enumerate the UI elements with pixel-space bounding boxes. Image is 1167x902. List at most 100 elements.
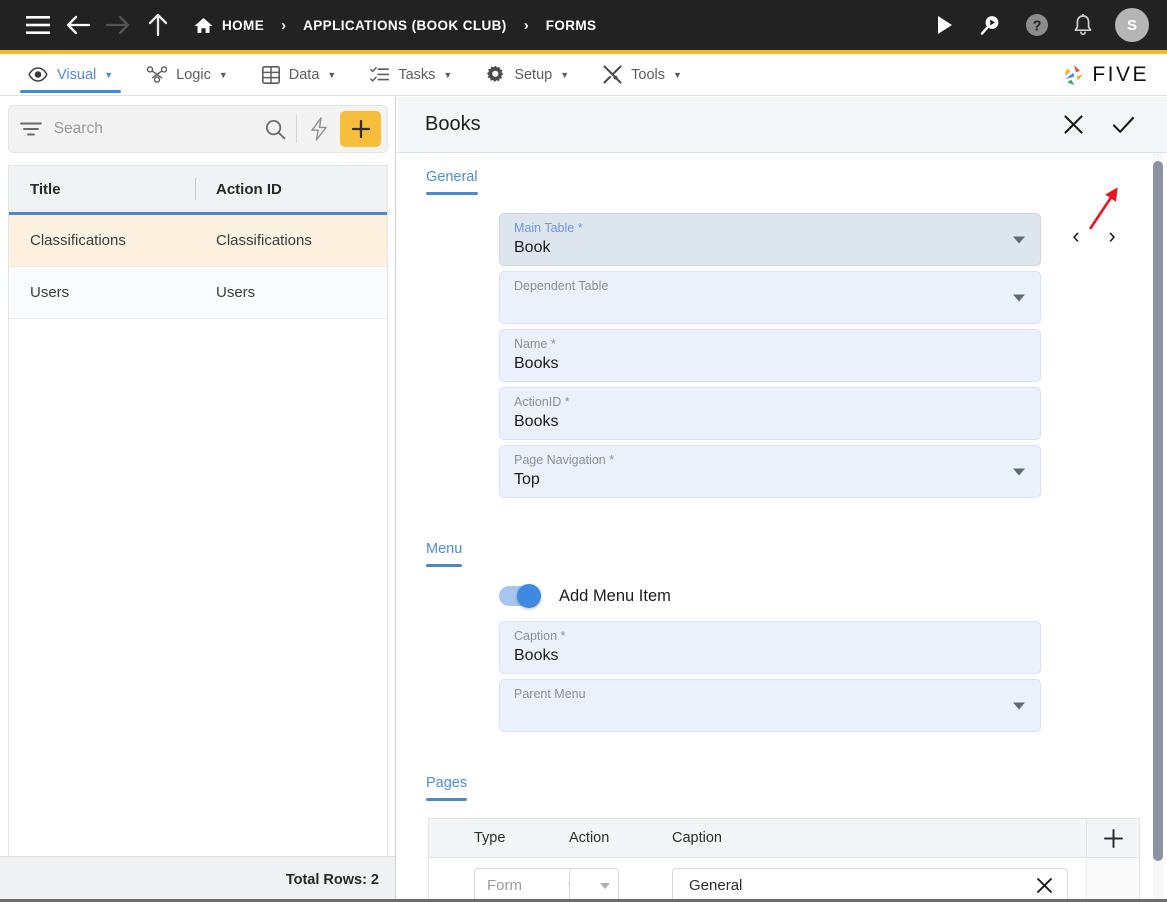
row-action-cell xyxy=(1086,857,1139,901)
breadcrumb-item-forms[interactable]: FORMS xyxy=(546,18,597,33)
filter-icon[interactable] xyxy=(9,121,54,137)
cell-action xyxy=(569,867,644,901)
lightning-bolt-icon[interactable] xyxy=(297,117,340,141)
forward-arrow-icon xyxy=(98,0,138,50)
pages-table: Type Action Caption Form xyxy=(428,818,1140,901)
toggle-label-add-menu-item: Add Menu Item xyxy=(559,586,671,605)
page-caption-input[interactable] xyxy=(687,876,1031,895)
gear-icon xyxy=(486,65,505,84)
close-icon[interactable] xyxy=(1051,103,1095,147)
checkmark-icon[interactable] xyxy=(1101,103,1145,147)
field-label-caption: Caption * xyxy=(514,629,566,643)
section-label-general[interactable]: General xyxy=(426,153,478,195)
logic-nodes-icon xyxy=(147,66,168,83)
table-row[interactable]: Classifications Classifications xyxy=(9,215,387,267)
field-dependent-table[interactable]: Dependent Table xyxy=(499,271,1041,324)
table-row: Form xyxy=(429,857,1139,901)
column-header-action: Action xyxy=(569,830,610,846)
section-underline xyxy=(426,797,468,801)
chevron-down-icon[interactable] xyxy=(1013,702,1025,709)
field-page-navigation[interactable]: Page Navigation * Top xyxy=(499,445,1041,498)
tools-icon xyxy=(603,65,622,84)
total-rows-status: Total Rows: 2 xyxy=(0,856,395,902)
plus-icon xyxy=(351,119,370,139)
chevron-down-icon: ▼ xyxy=(673,69,682,80)
section-menu: Menu xyxy=(397,525,1167,567)
column-header-action-id[interactable]: Action ID xyxy=(195,181,387,198)
avatar[interactable]: S xyxy=(1115,8,1149,42)
search-message-icon[interactable] xyxy=(968,0,1014,50)
next-page-button[interactable]: › xyxy=(1103,225,1121,247)
table-row[interactable]: Users Users xyxy=(9,267,387,319)
pages-table-header: Type Action Caption xyxy=(429,818,1139,858)
chevron-down-icon: ▼ xyxy=(104,69,114,80)
chevron-down-icon[interactable] xyxy=(1013,294,1025,301)
field-caption[interactable]: Caption * Books xyxy=(499,621,1041,674)
eye-icon xyxy=(28,67,48,82)
section-label-menu[interactable]: Menu xyxy=(426,525,463,567)
back-arrow-icon[interactable] xyxy=(58,0,98,50)
field-label-parent-menu: Parent Menu xyxy=(514,687,586,701)
add-form-button[interactable] xyxy=(340,111,381,147)
column-header-type: Type xyxy=(474,830,506,846)
top-navigation-bar: HOME › APPLICATIONS (BOOK CLUB) › FORMS xyxy=(0,0,1167,54)
five-logo-text: FIVE xyxy=(1092,62,1149,86)
field-action-id[interactable]: ActionID * Books xyxy=(499,387,1041,440)
menu-item-logic[interactable]: Logic ▼ xyxy=(135,54,240,96)
bell-icon[interactable] xyxy=(1060,0,1106,50)
field-main-table[interactable]: Main Table * Book xyxy=(499,213,1041,266)
clear-icon[interactable] xyxy=(1031,877,1057,894)
previous-page-button[interactable]: ‹ xyxy=(1067,225,1085,247)
forms-grid: Title Action ID Classifications Classifi… xyxy=(8,165,388,902)
form-scrollbar-thumb[interactable] xyxy=(1153,161,1163,861)
form-scrollbar[interactable] xyxy=(1153,153,1163,901)
menu-item-tools[interactable]: Tools ▼ xyxy=(591,54,694,96)
menu-item-setup[interactable]: Setup ▼ xyxy=(474,54,581,96)
field-value-action-id: Books xyxy=(514,413,559,430)
play-icon[interactable] xyxy=(922,0,968,50)
menu-item-label-visual: Visual xyxy=(57,66,97,83)
section-underline xyxy=(426,191,478,195)
hamburger-menu-icon[interactable] xyxy=(18,0,58,50)
field-label-dependent-table: Dependent Table xyxy=(514,279,609,293)
chevron-down-icon[interactable] xyxy=(1013,468,1025,475)
form-body: ‹ › General Main Table * Book Dependent … xyxy=(397,153,1167,901)
page-caption-field[interactable] xyxy=(672,867,1068,901)
menu-fields: Caption * Books Parent Menu xyxy=(397,621,1167,732)
menu-item-label-logic: Logic xyxy=(176,66,211,83)
menu-item-tasks[interactable]: Tasks ▼ xyxy=(358,54,464,96)
app-root: HOME › APPLICATIONS (BOOK CLUB) › FORMS xyxy=(0,0,1167,902)
table-grid-icon xyxy=(261,65,280,84)
field-name[interactable]: Name * Books xyxy=(499,329,1041,382)
menu-item-visual[interactable]: Visual ▼ xyxy=(16,54,125,96)
breadcrumb-label-applications: APPLICATIONS (BOOK CLUB) xyxy=(303,17,507,33)
section-label-general-text: General xyxy=(426,169,478,185)
cell-caption xyxy=(644,867,1086,901)
section-label-pages[interactable]: Pages xyxy=(426,759,468,801)
menu-item-label-setup: Setup xyxy=(514,66,553,83)
column-header-title[interactable]: Title xyxy=(9,181,195,198)
search-bar xyxy=(8,105,388,153)
search-input[interactable] xyxy=(53,120,254,138)
page-action-select[interactable] xyxy=(569,867,619,901)
up-arrow-icon[interactable] xyxy=(138,0,178,50)
search-icon[interactable] xyxy=(254,119,297,140)
svg-text:?: ? xyxy=(1033,19,1042,35)
field-value-page-navigation: Top xyxy=(514,471,540,488)
breadcrumb-item-home[interactable]: HOME xyxy=(194,17,264,34)
chevron-down-icon[interactable] xyxy=(1013,236,1025,243)
page-navigation-arrows: ‹ › xyxy=(1067,225,1121,247)
grid-empty-area xyxy=(9,319,387,902)
topbar-left-group: HOME › APPLICATIONS (BOOK CLUB) › FORMS xyxy=(0,0,596,50)
module-menu-bar: Visual ▼ Logic ▼ Data ▼ Tasks ▼ Setup ▼ … xyxy=(0,54,1167,96)
menu-item-data[interactable]: Data ▼ xyxy=(250,54,349,96)
toggle-knob xyxy=(517,584,541,608)
field-parent-menu[interactable]: Parent Menu xyxy=(499,679,1041,732)
breadcrumb-item-applications[interactable]: APPLICATIONS (BOOK CLUB) xyxy=(303,18,507,33)
add-page-button[interactable] xyxy=(1086,818,1139,858)
section-pages: Pages xyxy=(397,759,1167,801)
add-menu-item-toggle[interactable] xyxy=(499,584,541,608)
field-value-caption: Books xyxy=(514,647,559,664)
help-icon[interactable]: ? xyxy=(1014,0,1060,50)
breadcrumb-separator-1: › xyxy=(281,16,287,34)
